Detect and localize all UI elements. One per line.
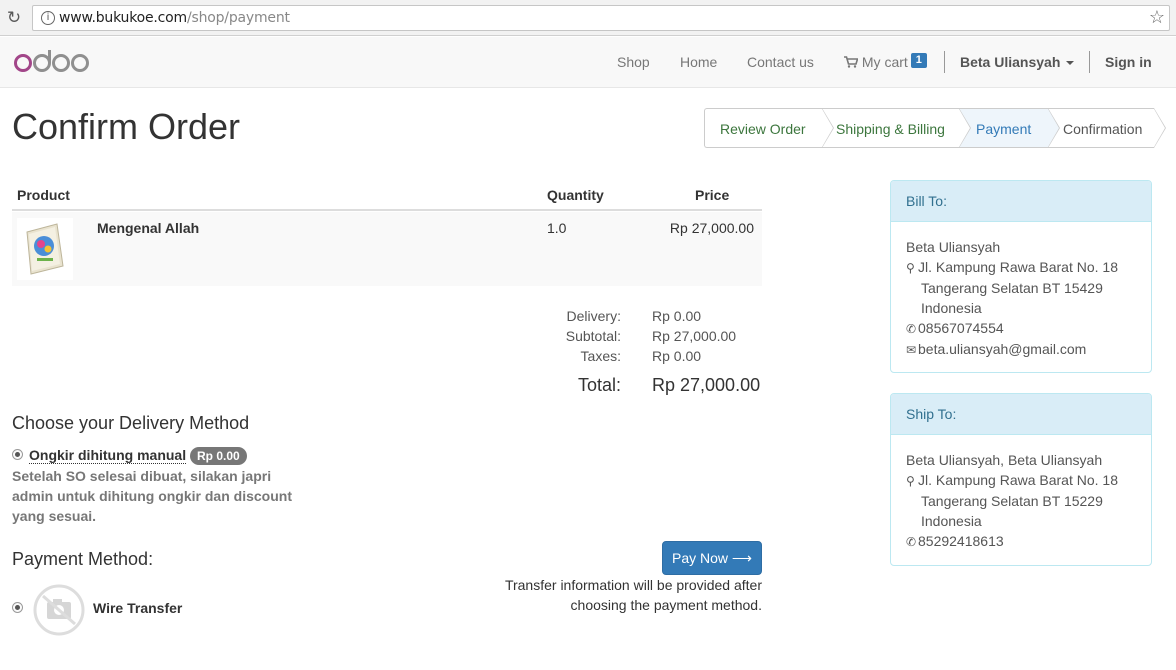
product-quantity: 1.0	[547, 220, 567, 236]
payment-radio[interactable]	[12, 602, 23, 613]
total-value: Rp 27,000.00	[652, 375, 761, 395]
bill-to-address2: Tangerang Selatan BT 15429	[921, 280, 1103, 296]
delivery-label: Delivery:	[566, 308, 621, 324]
payment-method-heading: Payment Method:	[12, 549, 154, 569]
product-thumbnail[interactable]	[17, 218, 73, 280]
browser-toolbar: ↻ i www.bukukoe.com/shop/payment ☆	[0, 0, 1176, 36]
wizard-step-label: Confirmation	[1063, 121, 1143, 137]
nav-divider	[944, 51, 945, 73]
phone-icon: ✆	[906, 322, 917, 336]
phone-icon: ✆	[906, 535, 917, 549]
header-price: Price	[695, 187, 730, 203]
payment-note: Transfer information will be provided af…	[504, 577, 762, 613]
payment-method-name[interactable]: Wire Transfer	[93, 600, 182, 616]
bill-to-heading: Bill To:	[891, 181, 1151, 222]
ship-to-address2: Tangerang Selatan BT 15229	[921, 493, 1103, 509]
envelope-icon: ✉	[906, 343, 917, 357]
delivery-method-name[interactable]: Ongkir dihitung manual	[29, 447, 187, 464]
wizard-step-label: Review Order	[720, 121, 806, 137]
cart-count-badge: 1	[910, 53, 927, 68]
wizard-step-review-order[interactable]: Review Order	[704, 108, 834, 148]
wizard-step-payment[interactable]: Payment	[959, 108, 1060, 148]
cart-label: My cart	[861, 54, 908, 70]
total-label: Total:	[577, 375, 621, 395]
pay-now-label: Pay Now	[672, 550, 729, 566]
odoo-logo[interactable]	[14, 48, 90, 77]
page-title: Confirm Order	[12, 106, 241, 147]
bill-to-address1: Jl. Kampung Rawa Barat No. 18	[918, 259, 1118, 275]
wizard-step-label: Payment	[976, 121, 1032, 137]
table-row: Mengenal Allah 1.0 Rp 27,000.00	[12, 212, 762, 286]
url-host: www.bukukoe.com	[59, 10, 187, 26]
product-price: Rp 27,000.00	[669, 220, 754, 236]
delivery-radio[interactable]	[12, 449, 23, 460]
delivery-price-badge: Rp 0.00	[190, 447, 247, 465]
sign-in-link[interactable]: Sign in	[1105, 54, 1152, 70]
bill-to-country: Indonesia	[921, 300, 982, 316]
nav-shop[interactable]: Shop	[617, 54, 650, 70]
pay-now-button[interactable]: Pay Now ⟶	[662, 541, 762, 575]
header-quantity: Quantity	[547, 187, 604, 203]
shopping-cart-icon	[844, 56, 859, 68]
user-menu[interactable]: Beta Uliansyah	[960, 54, 1075, 70]
user-name: Beta Uliansyah	[960, 54, 1061, 70]
ship-to-heading: Ship To:	[891, 394, 1151, 435]
no-camera-icon	[33, 584, 85, 636]
chevron-down-icon	[1066, 61, 1075, 66]
url-path: /shop/payment	[186, 10, 290, 26]
taxes-value: Rp 0.00	[652, 348, 702, 364]
wizard-step-confirmation: Confirmation	[1048, 108, 1166, 148]
map-marker-icon: ⚲	[906, 474, 915, 488]
ship-to-address1: Jl. Kampung Rawa Barat No. 18	[918, 472, 1118, 488]
nav-contact-us[interactable]: Contact us	[747, 54, 814, 70]
subtotal-value: Rp 27,000.00	[652, 328, 737, 344]
ship-to-panel: Ship To: Beta Uliansyah, Beta Uliansyah …	[890, 393, 1152, 566]
wizard-step-shipping-billing[interactable]: Shipping & Billing	[822, 108, 971, 148]
nav-my-cart[interactable]: My cart 1	[844, 53, 927, 72]
subtotal-label: Subtotal:	[565, 328, 621, 344]
info-icon[interactable]: i	[41, 11, 55, 25]
bill-to-panel: Bill To: Beta Uliansyah ⚲ Jl. Kampung Raw…	[890, 180, 1152, 373]
order-table-header: Product Quantity Price	[12, 178, 762, 211]
ship-to-country: Indonesia	[921, 513, 982, 529]
ship-to-phone: 85292418613	[918, 533, 1004, 549]
wizard-step-label: Shipping & Billing	[836, 121, 945, 137]
product-name[interactable]: Mengenal Allah	[97, 220, 199, 236]
bill-to-name: Beta Uliansyah	[906, 239, 1001, 255]
reload-icon[interactable]: ↻	[4, 8, 24, 28]
nav-divider	[1089, 51, 1090, 73]
taxes-label: Taxes:	[580, 348, 621, 364]
arrow-right-icon: ⟶	[731, 550, 752, 566]
site-navbar: Shop Home Contact us My cart 1 Beta Ulian…	[0, 37, 1176, 88]
bookmark-star-icon[interactable]: ☆	[1149, 7, 1165, 28]
url-text[interactable]: www.bukukoe.com/shop/payment	[59, 10, 290, 26]
address-bar[interactable]: i www.bukukoe.com/shop/payment ☆	[32, 5, 1170, 31]
ship-to-name: Beta Uliansyah, Beta Uliansyah	[906, 452, 1103, 468]
bill-to-email: beta.uliansyah@gmail.com	[918, 341, 1087, 357]
map-marker-icon: ⚲	[906, 261, 915, 275]
delivery-value: Rp 0.00	[652, 308, 702, 324]
delivery-method-heading: Choose your Delivery Method	[12, 413, 250, 433]
bill-to-phone: 08567074554	[918, 320, 1004, 336]
nav-home[interactable]: Home	[680, 54, 717, 70]
delivery-description: Setelah SO selesai dibuat, silakan japri…	[12, 468, 292, 524]
header-product: Product	[17, 187, 70, 203]
